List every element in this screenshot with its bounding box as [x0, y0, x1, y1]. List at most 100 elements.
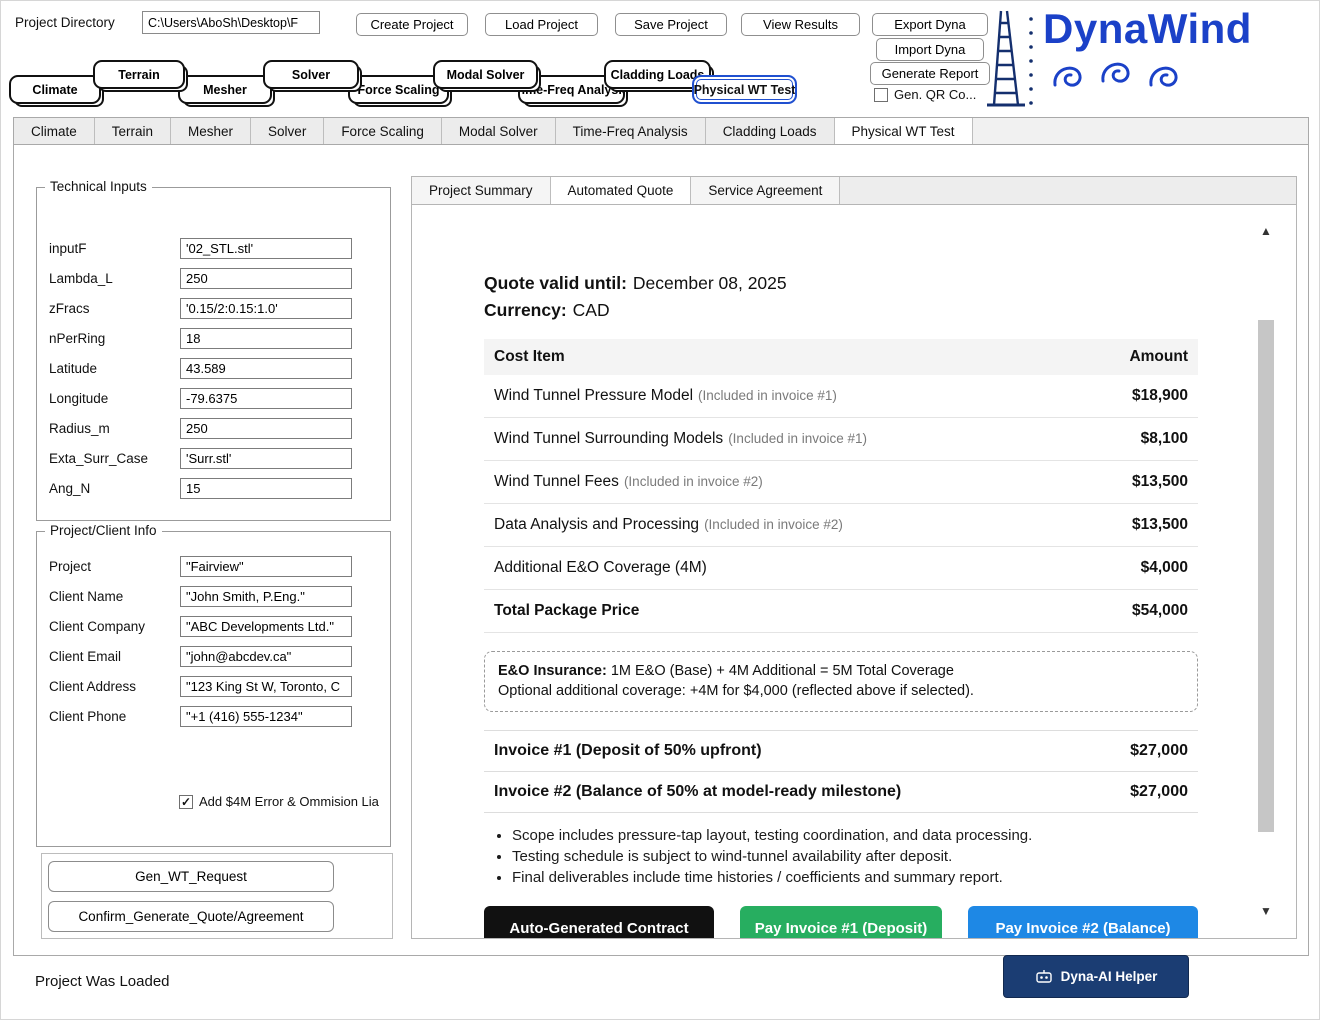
- cost-name: Wind Tunnel Fees: [494, 473, 619, 490]
- confirm-generate-quote-button[interactable]: Confirm_Generate_Quote/Agreement: [48, 901, 334, 932]
- dyna-ai-helper-button[interactable]: Dyna-AI Helper: [1003, 955, 1189, 998]
- nav-button-terrain[interactable]: Terrain: [93, 60, 185, 89]
- tab-mesher[interactable]: Mesher: [171, 118, 251, 144]
- pay-invoice2-button[interactable]: Pay Invoice #2 (Balance): [968, 906, 1198, 939]
- cost-name: Wind Tunnel Pressure Model: [494, 387, 693, 404]
- scroll-down-arrow[interactable]: ▼: [1260, 905, 1272, 917]
- tab-climate[interactable]: Climate: [14, 118, 95, 144]
- quote-note: Scope includes pressure-tap layout, test…: [512, 827, 1198, 844]
- tab-project-summary[interactable]: Project Summary: [412, 177, 551, 204]
- tab-modal-solver[interactable]: Modal Solver: [442, 118, 556, 144]
- field-label: Ang_N: [49, 481, 180, 496]
- view-results-button[interactable]: View Results: [741, 13, 860, 36]
- project-directory-label: Project Directory: [15, 15, 115, 30]
- invoice1-label: Invoice #1 (Deposit of 50% upfront): [494, 742, 762, 760]
- client-company-field[interactable]: [180, 616, 352, 637]
- gen-qr-checkbox-label: Gen. QR Co...: [894, 87, 976, 102]
- latitude-field[interactable]: [180, 358, 352, 379]
- zfracs-field[interactable]: [180, 298, 352, 319]
- auto-generated-contract-button[interactable]: Auto-Generated Contract: [484, 906, 714, 939]
- technical-inputs-group: Technical Inputs inputF Lambda_L zFracs …: [36, 187, 391, 521]
- total-label: Total Package Price: [494, 602, 639, 620]
- field-row-nperring: nPerRing: [49, 328, 390, 349]
- pay-invoice1-button[interactable]: Pay Invoice #1 (Deposit): [740, 906, 942, 939]
- main-tab-strip: Climate Terrain Mesher Solver Force Scal…: [13, 117, 1309, 144]
- generate-report-button[interactable]: Generate Report: [870, 62, 990, 85]
- dynawind-window: Project Directory Create Project Load Pr…: [0, 0, 1320, 1020]
- radius-field[interactable]: [180, 418, 352, 439]
- currency-label: Currency:: [484, 300, 567, 320]
- cost-item-header: Cost Item: [494, 348, 565, 366]
- gen-wt-request-button[interactable]: Gen_WT_Request: [48, 861, 334, 892]
- cost-row-data-analysis: Data Analysis and Processing(Included in…: [484, 504, 1198, 547]
- tab-cladding-loads[interactable]: Cladding Loads: [706, 118, 835, 144]
- export-dyna-button[interactable]: Export Dyna: [872, 13, 988, 36]
- quote-valid-label: Quote valid until:: [484, 273, 627, 293]
- tab-service-agreement[interactable]: Service Agreement: [691, 177, 840, 204]
- tab-terrain[interactable]: Terrain: [95, 118, 171, 144]
- dynawind-logo: DynaWind: [985, 7, 1252, 113]
- quote-note: Final deliverables include time historie…: [512, 869, 1198, 886]
- field-row-project: Project: [49, 556, 390, 577]
- field-label: Client Phone: [49, 709, 180, 724]
- project-client-info-group: Project/Client Info Project Client Name …: [36, 531, 391, 847]
- project-directory-input[interactable]: [142, 11, 320, 34]
- nav-button-modal-solver[interactable]: Modal Solver: [433, 60, 538, 89]
- tab-solver[interactable]: Solver: [251, 118, 324, 144]
- nav-button-climate[interactable]: Climate: [9, 75, 101, 104]
- client-email-field[interactable]: [180, 646, 352, 667]
- cost-amount: $4,000: [1141, 559, 1188, 577]
- scrollbar-thumb[interactable]: [1258, 320, 1274, 832]
- field-row-radius: Radius_m: [49, 418, 390, 439]
- invoice-rows: Invoice #1 (Deposit of 50% upfront) $27,…: [484, 730, 1198, 813]
- field-label: Project: [49, 559, 180, 574]
- ang-n-field[interactable]: [180, 478, 352, 499]
- client-address-field[interactable]: [180, 676, 352, 697]
- cost-amount: $8,100: [1141, 430, 1188, 448]
- longitude-field[interactable]: [180, 388, 352, 409]
- eo-liability-checkbox-row[interactable]: Add $4M Error & Ommision Lia: [179, 794, 379, 809]
- load-project-button[interactable]: Load Project: [485, 13, 598, 36]
- client-phone-field[interactable]: [180, 706, 352, 727]
- amount-header: Amount: [1129, 348, 1188, 366]
- insurance-line2: Optional additional coverage: +4M for $4…: [498, 681, 1184, 701]
- lambda-field[interactable]: [180, 268, 352, 289]
- cost-row-surrounding-models: Wind Tunnel Surrounding Models(Included …: [484, 418, 1198, 461]
- nav-button-mesher[interactable]: Mesher: [178, 75, 272, 104]
- quote-tab-strip: Project Summary Automated Quote Service …: [411, 176, 1297, 204]
- field-label: Longitude: [49, 391, 180, 406]
- create-project-button[interactable]: Create Project: [356, 13, 468, 36]
- status-text: Project Was Loaded: [35, 973, 170, 990]
- cost-name: Wind Tunnel Surrounding Models: [494, 430, 723, 447]
- invoice1-row: Invoice #1 (Deposit of 50% upfront) $27,…: [484, 731, 1198, 772]
- nav-button-solver[interactable]: Solver: [263, 60, 359, 89]
- scroll-up-arrow[interactable]: ▲: [1260, 225, 1272, 237]
- nav-button-physical-wt-test[interactable]: Physical WT Test: [692, 75, 797, 104]
- eo-liability-checkbox[interactable]: [179, 795, 193, 809]
- cost-amount: $13,500: [1132, 516, 1188, 534]
- tab-physical-wt-test[interactable]: Physical WT Test: [835, 118, 973, 144]
- tab-time-freq[interactable]: Time-Freq Analysis: [556, 118, 706, 144]
- surr-case-field[interactable]: [180, 448, 352, 469]
- gen-qr-checkbox[interactable]: [874, 88, 888, 102]
- gen-qr-checkbox-row[interactable]: Gen. QR Co...: [874, 87, 976, 102]
- project-field[interactable]: [180, 556, 352, 577]
- import-dyna-button[interactable]: Import Dyna: [876, 38, 984, 61]
- cost-note: (Included in invoice #1): [698, 388, 837, 403]
- field-row-client-address: Client Address: [49, 676, 390, 697]
- save-project-button[interactable]: Save Project: [615, 13, 727, 36]
- tab-automated-quote[interactable]: Automated Quote: [551, 177, 692, 204]
- field-label: Lambda_L: [49, 271, 180, 286]
- quote-currency-line: Currency:CAD: [484, 300, 1198, 321]
- field-row-latitude: Latitude: [49, 358, 390, 379]
- cost-row-tunnel-fees: Wind Tunnel Fees(Included in invoice #2)…: [484, 461, 1198, 504]
- total-amount: $54,000: [1132, 602, 1188, 620]
- quote-card: Quote valid until:December 08, 2025 Curr…: [462, 253, 1220, 939]
- nperring-field[interactable]: [180, 328, 352, 349]
- field-label: Exta_Surr_Case: [49, 451, 180, 466]
- inputf-field[interactable]: [180, 238, 352, 259]
- client-name-field[interactable]: [180, 586, 352, 607]
- tab-force-scaling[interactable]: Force Scaling: [324, 118, 442, 144]
- ai-helper-label: Dyna-AI Helper: [1061, 969, 1158, 984]
- total-package-row: Total Package Price $54,000: [484, 590, 1198, 633]
